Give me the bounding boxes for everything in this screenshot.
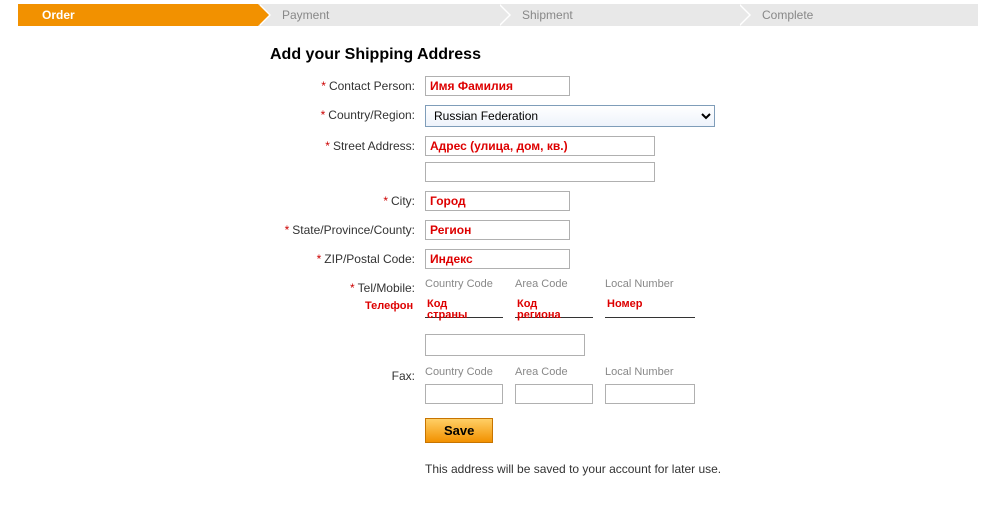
step-payment: Payment (258, 4, 498, 26)
label-city: *City: (270, 191, 425, 208)
annotation-tel-label: Телефон (365, 300, 413, 312)
label-country: *Country/Region: (270, 105, 425, 122)
label-contact: *Contact Person: (270, 76, 425, 93)
step-complete: Complete (738, 4, 978, 26)
save-note: This address will be saved to your accou… (425, 462, 721, 476)
tel-area-code-input[interactable] (515, 298, 593, 318)
fax-area-code-input[interactable] (515, 384, 593, 404)
label-street: *Street Address: (270, 136, 425, 153)
label-fax: Fax: (270, 366, 425, 383)
fax-column-labels: Country Code Area Code Local Number (425, 366, 695, 378)
step-shipment: Shipment (498, 4, 738, 26)
contact-input[interactable] (425, 76, 570, 96)
save-button[interactable]: Save (425, 418, 493, 443)
label-tel: *Tel/Mobile: (270, 278, 425, 295)
city-input[interactable] (425, 191, 570, 211)
zip-input[interactable] (425, 249, 570, 269)
fax-country-code-input[interactable] (425, 384, 503, 404)
tel-country-code-input[interactable] (425, 298, 503, 318)
tel-column-labels: Country Code Area Code Local Number (425, 278, 695, 290)
label-state: *State/Province/County: (270, 220, 425, 237)
fax-local-number-input[interactable] (605, 384, 695, 404)
progress-bar: Order Payment Shipment Complete (18, 4, 978, 26)
street2-input[interactable] (425, 162, 655, 182)
street1-input[interactable] (425, 136, 655, 156)
step-order: Order (18, 4, 258, 26)
label-zip: *ZIP/Postal Code: (270, 249, 425, 266)
tel-local-number-input[interactable] (605, 298, 695, 318)
state-input[interactable] (425, 220, 570, 240)
page-title: Add your Shipping Address (270, 46, 970, 64)
tel-extra-box (425, 334, 585, 356)
country-select[interactable]: Russian Federation (425, 105, 715, 127)
